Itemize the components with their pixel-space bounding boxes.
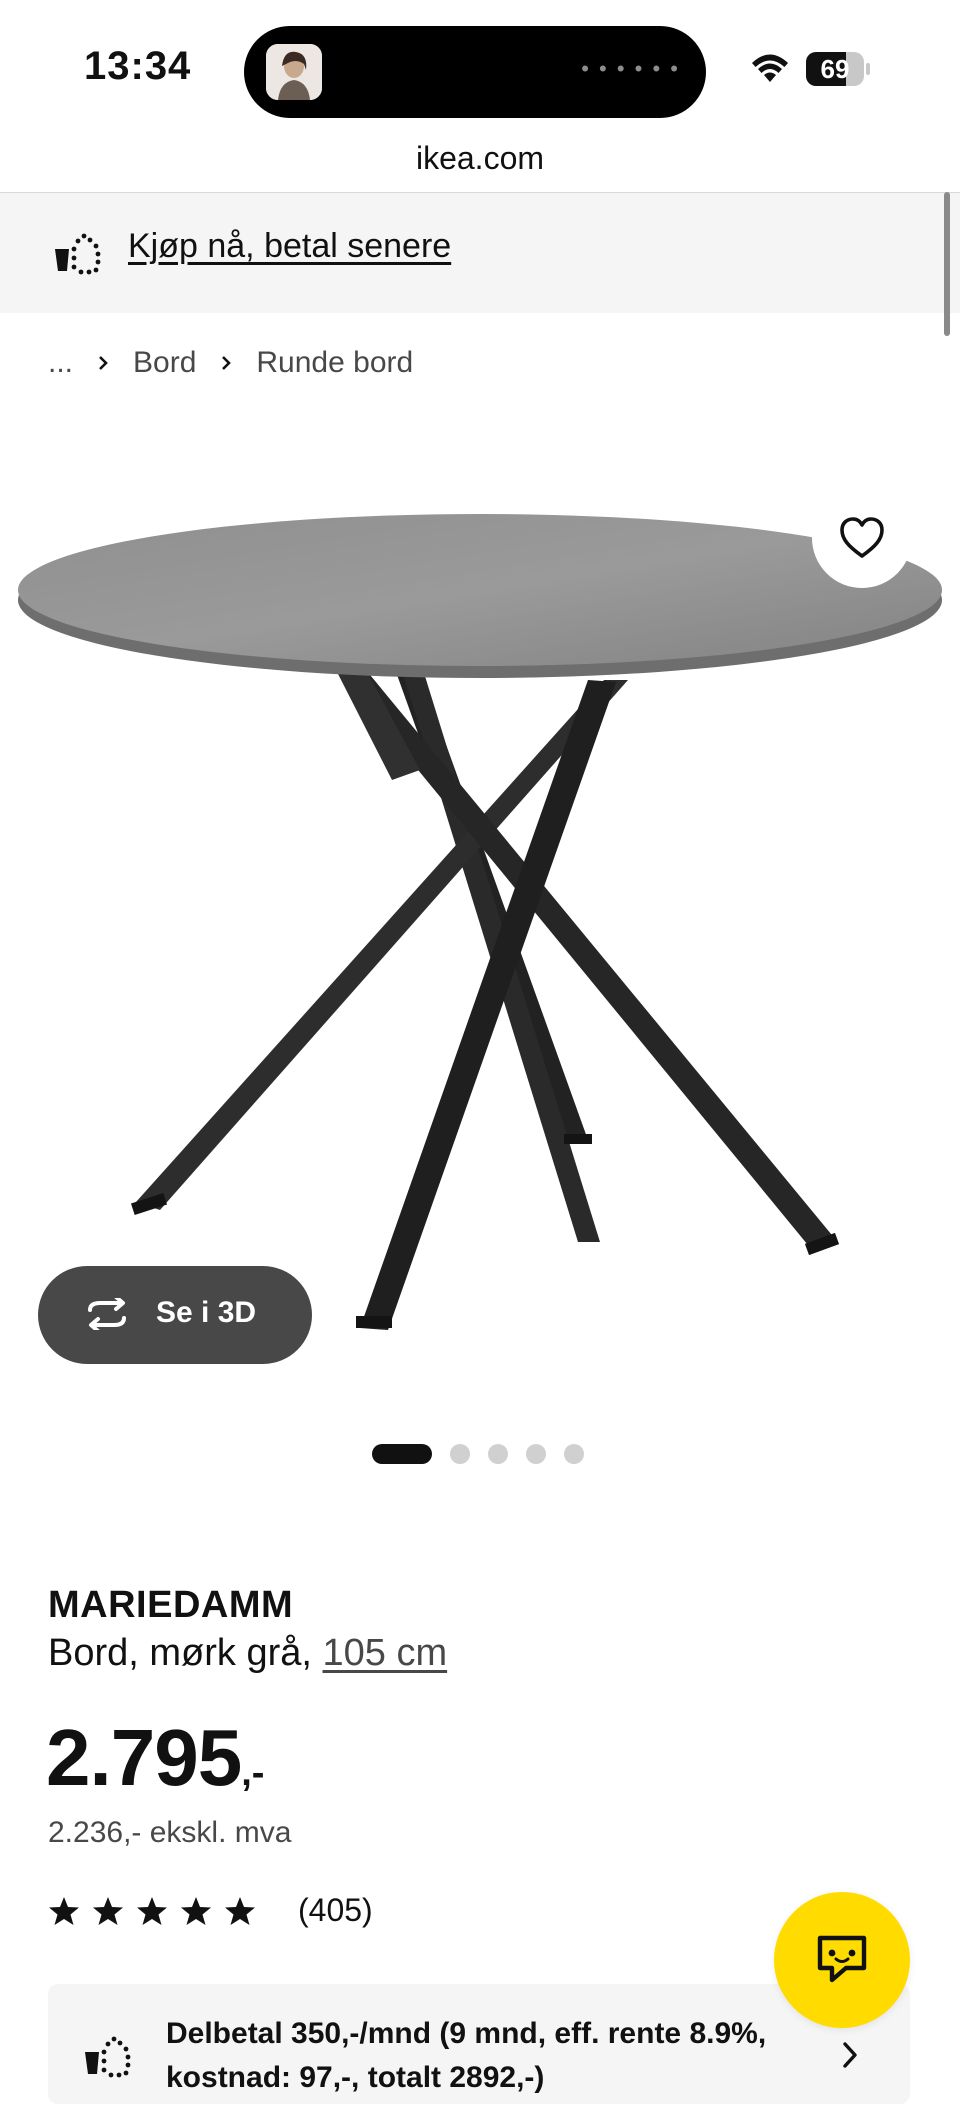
product-name: MARIEDAMM <box>48 1584 294 1626</box>
product-rating[interactable]: (405) <box>48 1892 373 1929</box>
chat-button[interactable] <box>774 1892 910 2028</box>
cart-dots-icon <box>55 233 101 275</box>
rotate-3d-icon <box>88 1298 126 1330</box>
image-carousel-pagination <box>372 1444 584 1464</box>
dynamic-island[interactable]: • • • • • • <box>244 26 706 118</box>
scrollbar[interactable] <box>944 192 950 336</box>
status-bar: 13:34 • • • • • • 69 <box>0 0 960 140</box>
carousel-dot[interactable] <box>450 1444 470 1464</box>
cart-dots-icon <box>85 2036 131 2078</box>
chevron-right-icon <box>99 356 108 370</box>
breadcrumb-item-bord[interactable]: Bord <box>133 346 196 380</box>
carousel-dot[interactable] <box>488 1444 508 1464</box>
favorite-button[interactable] <box>812 488 912 588</box>
see-in-3d-button[interactable]: Se i 3D <box>38 1266 312 1364</box>
price-excl-vat: 2.236,- ekskl. mva <box>48 1816 292 1849</box>
now-playing-thumbnail <box>266 44 322 100</box>
wifi-icon <box>752 54 788 82</box>
battery-indicator: 69 <box>806 52 870 86</box>
product-description: Bord, mørk grå, 105 cm <box>48 1632 447 1675</box>
rating-count: (405) <box>298 1892 373 1928</box>
breadcrumb: ... Bord Runde bord <box>48 346 413 380</box>
product-type-color: Bord, mørk grå, <box>48 1632 323 1674</box>
address-bar-url[interactable]: ikea.com <box>0 140 960 177</box>
status-time: 13:34 <box>84 44 192 88</box>
audio-indicator-icon: • • • • • • <box>581 56 680 81</box>
star-icon <box>93 1896 123 1925</box>
pay-later-link[interactable]: Kjøp nå, betal senere <box>128 227 451 266</box>
heart-icon <box>840 517 884 558</box>
product-price: 2.795 ,- <box>46 1712 264 1804</box>
star-icon <box>181 1896 211 1925</box>
star-icon <box>137 1896 167 1925</box>
installment-payment-option[interactable]: Delbetal 350,-/mnd (9 mnd, eff. rente 8.… <box>48 1984 910 2104</box>
rating-stars <box>48 1896 256 1926</box>
price-suffix: ,- <box>241 1752 265 1794</box>
breadcrumb-item-more[interactable]: ... <box>48 346 73 380</box>
breadcrumb-item-runde-bord[interactable]: Runde bord <box>256 346 413 380</box>
chat-icon <box>817 1935 867 1983</box>
carousel-dot[interactable] <box>564 1444 584 1464</box>
price-amount: 2.795 <box>46 1713 242 1802</box>
pay-later-banner: Kjøp nå, betal senere <box>0 193 960 313</box>
see-in-3d-label: Se i 3D <box>156 1296 257 1329</box>
product-size-link[interactable]: 105 cm <box>323 1632 448 1674</box>
chevron-right-icon <box>222 356 232 370</box>
star-icon <box>49 1896 79 1925</box>
carousel-dot[interactable] <box>526 1444 546 1464</box>
star-icon <box>225 1896 255 1925</box>
battery-level: 69 <box>820 54 850 84</box>
product-image[interactable] <box>0 450 960 1380</box>
installment-text: Delbetal 350,-/mnd (9 mnd, eff. rente 8.… <box>166 2017 767 2094</box>
carousel-dot[interactable] <box>372 1444 432 1464</box>
chevron-right-icon <box>843 2042 857 2068</box>
